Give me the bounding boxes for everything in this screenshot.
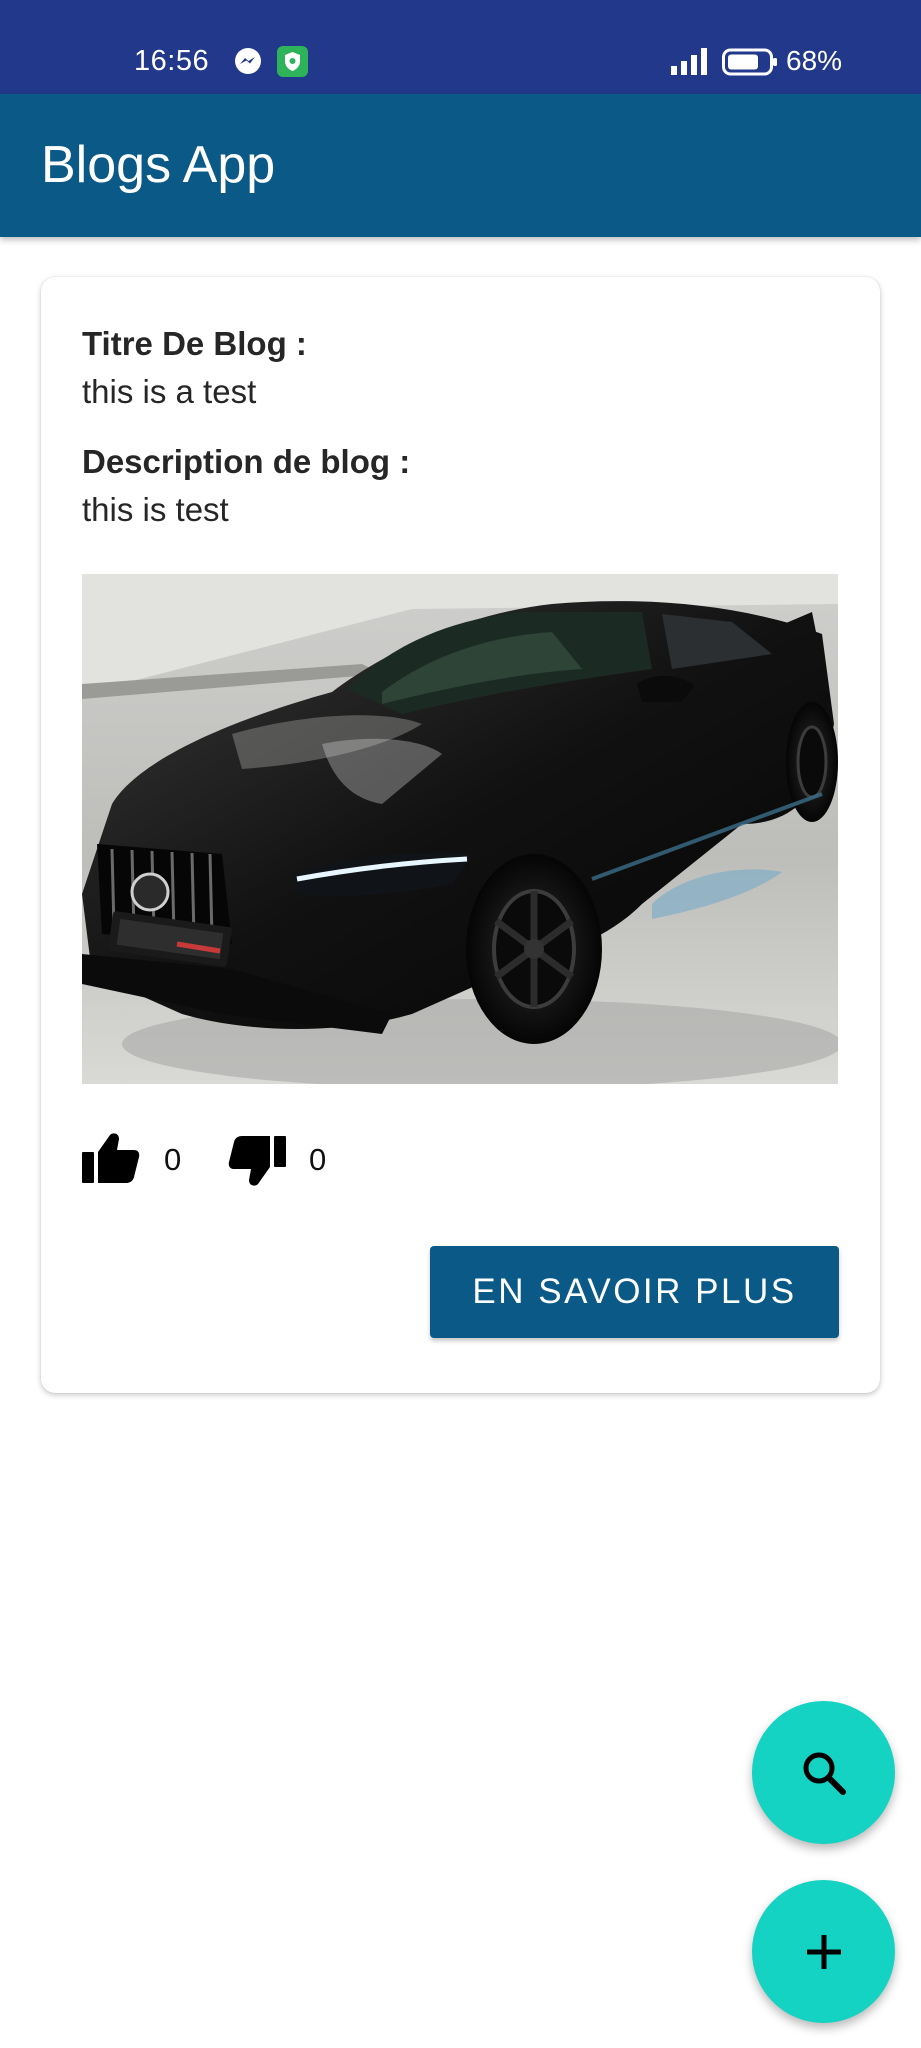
status-time: 16:56: [134, 45, 210, 77]
battery-icon: [722, 48, 778, 76]
search-fab[interactable]: [752, 1701, 895, 1844]
blog-description-label: Description de blog :: [82, 443, 411, 480]
dislikes-count: 0: [309, 1142, 327, 1177]
blog-card: Titre De Blog : this is a test Descripti…: [41, 277, 880, 1393]
blog-title-value: this is a test: [82, 373, 257, 410]
shield-app-icon: [277, 46, 308, 77]
learn-more-button[interactable]: EN SAVOIR PLUS: [430, 1246, 839, 1338]
app-bar: Blogs App: [0, 94, 921, 237]
thumbs-up-icon[interactable]: [82, 1132, 140, 1184]
status-bar: 16:56 68%: [0, 0, 921, 94]
signal-icon: [671, 48, 711, 76]
likes-count: 0: [164, 1142, 182, 1177]
thumbs-down-icon[interactable]: [228, 1135, 286, 1187]
battery-percentage: 68%: [786, 45, 843, 76]
search-icon: [801, 1750, 847, 1796]
blog-image: [82, 574, 838, 1084]
plus-icon: [805, 1933, 843, 1971]
add-blog-fab[interactable]: [752, 1880, 895, 2023]
app-title: Blogs App: [41, 136, 276, 194]
blog-title-label: Titre De Blog :: [82, 325, 307, 362]
messenger-icon: [234, 47, 262, 75]
blog-description-value: this is test: [82, 491, 229, 528]
